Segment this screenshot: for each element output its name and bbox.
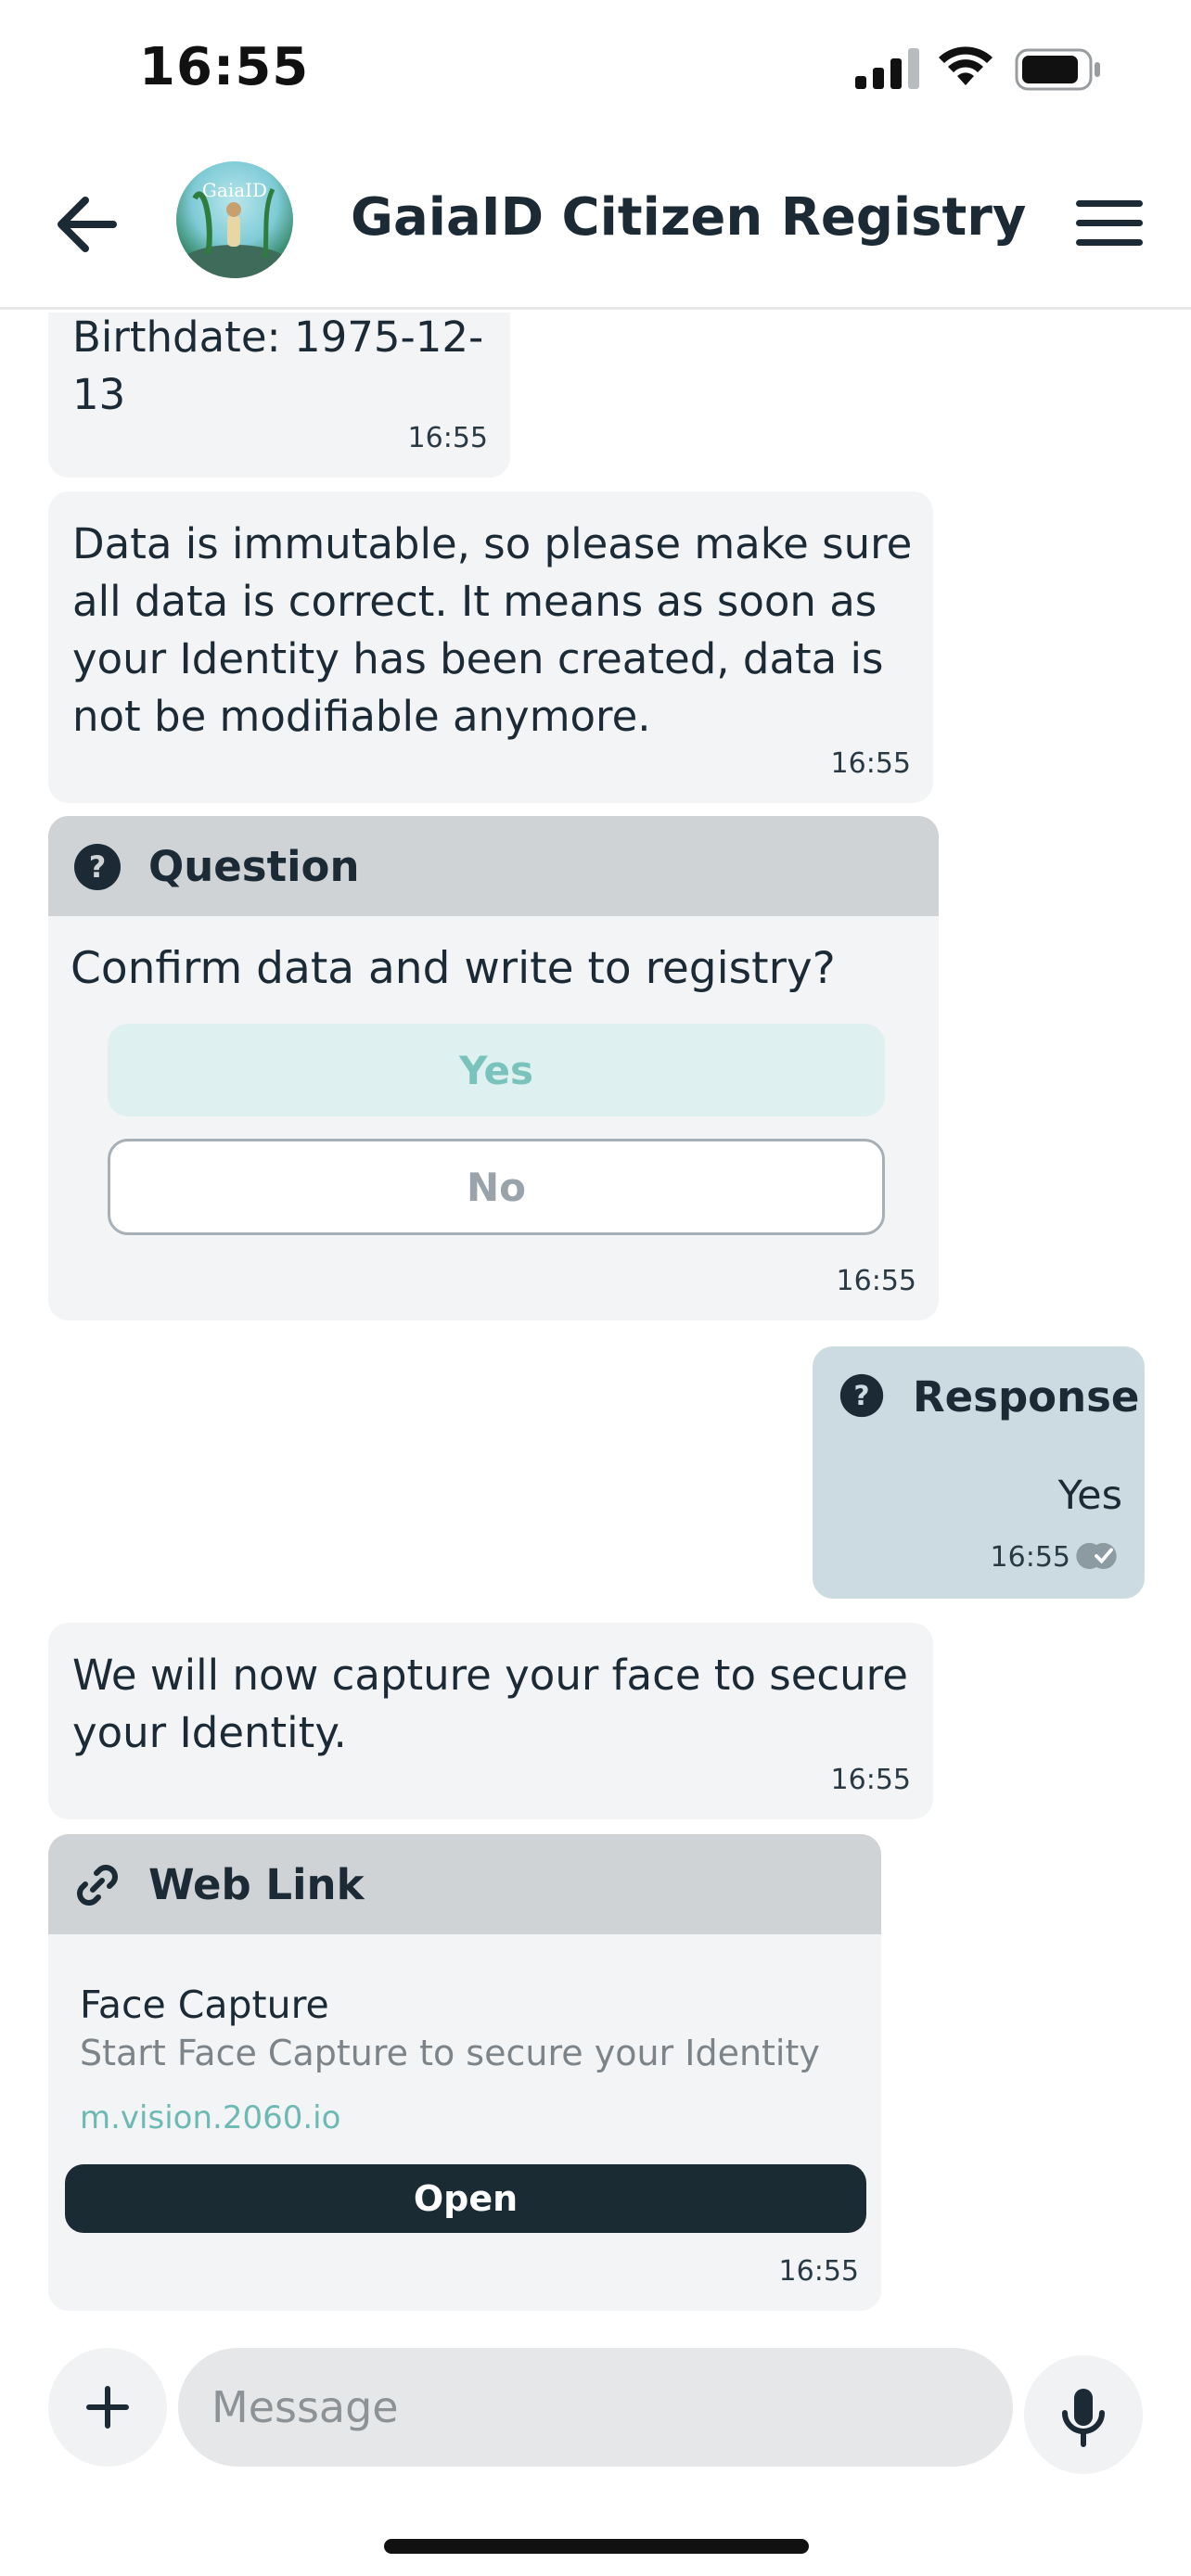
avatar[interactable]: GaiaID [176,161,293,278]
question-card: ? Question Confirm data and write to reg… [48,816,939,1320]
response-title: Response [913,1372,1140,1422]
message-time: 16:55 [830,1764,911,1796]
question-circle-icon: ? [74,844,121,890]
link-description: Start Face Capture to secure your Identi… [80,2033,820,2073]
status-time: 16:55 [139,37,310,97]
message-time: 16:55 [836,1265,916,1297]
arrow-left-icon[interactable] [50,185,128,263]
voice-record-button[interactable] [1024,2355,1143,2474]
message-line: your Identity has been created, data is [72,634,884,683]
open-button[interactable]: Open [65,2164,866,2233]
question-circle-icon: ? [839,1373,884,1418]
message-line: Data is immutable, so please make sure [72,519,913,568]
weblink-card: Web Link Face Capture Start Face Capture… [48,1834,881,2311]
avatar-image: GaiaID [179,179,290,278]
double-check-icon [1076,1542,1117,1570]
message-line: your Identity. [72,1708,347,1757]
home-indicator[interactable] [384,2539,809,2554]
weblink-card-header: Web Link [48,1834,881,1934]
message-bubble-face: We will now capture your face to secure … [48,1623,933,1819]
question-text: Confirm data and write to registry? [70,943,836,994]
battery-icon [1015,48,1100,91]
question-card-title: Question [148,842,360,891]
page-title: GaiaID Citizen Registry [351,187,1027,248]
cellular-signal-icon [855,48,919,89]
link-url[interactable]: m.vision.2060.io [80,2099,340,2136]
microphone-icon [1062,2389,1105,2447]
message-line: We will now capture your face to secure [72,1651,908,1700]
plus-icon [86,2386,129,2429]
svg-text:?: ? [89,849,107,885]
message-time: 16:55 [407,422,488,454]
no-button[interactable]: No [108,1139,885,1235]
message-line: not be modifiable anymore. [72,692,651,741]
link-icon [77,1865,118,1906]
link-title: Face Capture [80,1983,329,2027]
message-time: 16:55 [990,1541,1070,1574]
response-bubble: ? Response Yes 16:55 [813,1346,1145,1599]
message-time: 16:55 [778,2255,859,2288]
question-card-header: ? Question [48,816,939,916]
add-attachment-button[interactable] [48,2348,167,2467]
wifi-icon [939,46,992,85]
message-text: Birthdate: 1975-12-13 [72,312,484,419]
message-line: all data is correct. It means as soon as [72,577,877,626]
avatar-label: GaiaID [202,179,267,201]
yes-button[interactable]: Yes [108,1024,885,1116]
chat-header: GaiaID GaiaID Citizen Registry [0,139,1191,310]
message-bubble-immutable: Data is immutable, so please make sure a… [48,491,933,803]
status-bar: 16:55 [0,0,1191,139]
svg-text:?: ? [853,1380,869,1411]
message-time: 16:55 [830,747,911,780]
response-answer: Yes [1057,1473,1122,1519]
message-input[interactable] [178,2348,1013,2467]
message-bubble-birthdate: Birthdate: 1975-12-13 16:55 [48,312,510,478]
hamburger-menu-icon[interactable] [1072,195,1146,250]
weblink-card-title: Web Link [148,1860,365,1909]
